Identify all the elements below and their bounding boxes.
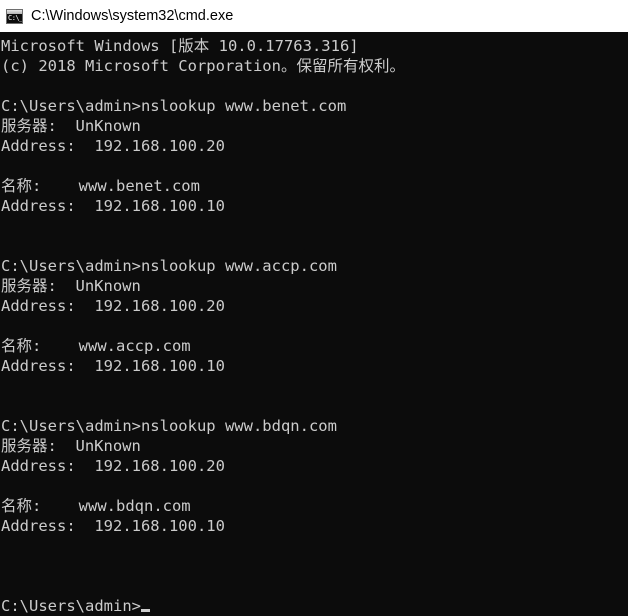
console-line: 服务器: UnKnown	[1, 277, 141, 295]
console-output-area[interactable]: Microsoft Windows [版本 10.0.17763.316] (c)…	[0, 32, 628, 616]
console-line: Address: 192.168.100.20	[1, 457, 225, 475]
cmd-window: C:\_ C:\Windows\system32\cmd.exe Microso…	[0, 0, 628, 616]
console-line: C:\Users\admin>nslookup www.bdqn.com	[1, 417, 337, 435]
text-cursor[interactable]	[140, 609, 150, 612]
console-text-buffer: Microsoft Windows [版本 10.0.17763.316] (c)…	[0, 32, 628, 616]
window-title: C:\Windows\system32\cmd.exe	[31, 8, 234, 24]
console-line: 名称: www.benet.com	[1, 177, 200, 195]
console-line: Address: 192.168.100.10	[1, 357, 225, 375]
cmd-icon-text: C:\_	[8, 13, 23, 22]
console-line: C:\Users\admin>nslookup www.benet.com	[1, 97, 347, 115]
console-line: (c) 2018 Microsoft Corporation。保留所有权利。	[1, 57, 405, 75]
console-line: Microsoft Windows [版本 10.0.17763.316]	[1, 37, 359, 55]
console-prompt: C:\Users\admin>	[1, 597, 141, 615]
console-line: Address: 192.168.100.20	[1, 137, 225, 155]
console-line: Address: 192.168.100.10	[1, 517, 225, 535]
window-titlebar[interactable]: C:\_ C:\Windows\system32\cmd.exe	[0, 0, 628, 32]
console-line: 名称: www.accp.com	[1, 337, 191, 355]
console-prompt-line: C:\Users\admin>	[1, 596, 628, 616]
console-line: C:\Users\admin>nslookup www.accp.com	[1, 257, 337, 275]
console-line: 服务器: UnKnown	[1, 437, 141, 455]
cmd-console-icon: C:\_	[6, 8, 23, 24]
console-line: 名称: www.bdqn.com	[1, 497, 191, 515]
console-line: 服务器: UnKnown	[1, 117, 141, 135]
console-line: Address: 192.168.100.20	[1, 297, 225, 315]
console-line: Address: 192.168.100.10	[1, 197, 225, 215]
